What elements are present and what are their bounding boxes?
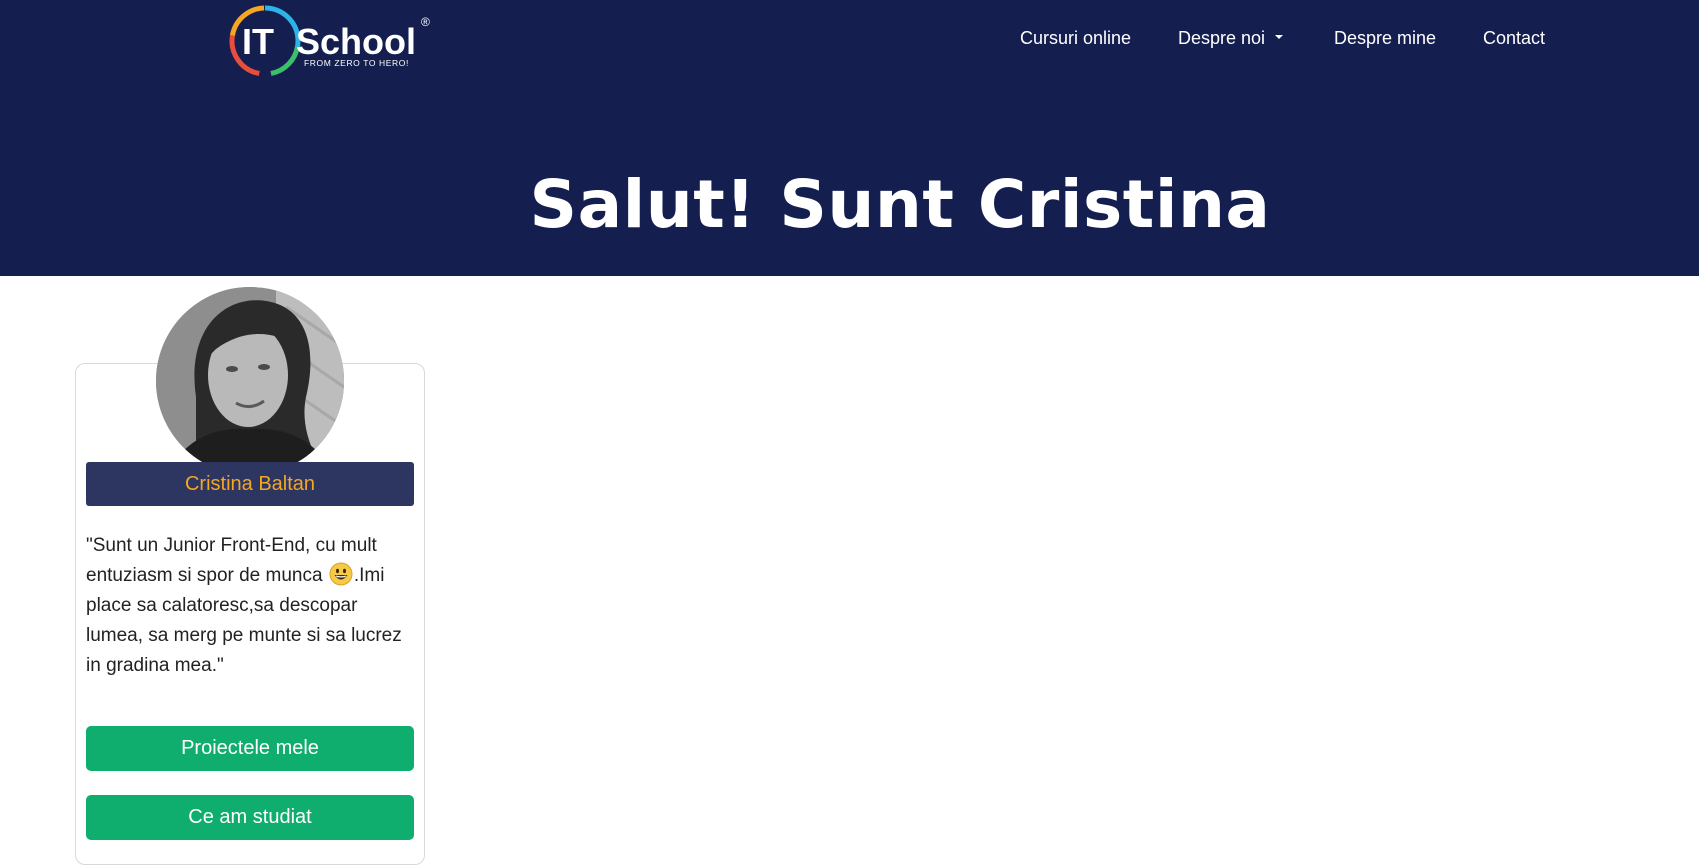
profile-name: Cristina Baltan <box>86 462 414 506</box>
page-title: Salut! Sunt Cristina <box>529 166 1271 243</box>
logo-tagline: FROM ZERO TO HERO! <box>304 58 409 68</box>
nav-label: Cursuri online <box>1020 28 1132 48</box>
grinning-face-emoji-icon <box>329 562 353 586</box>
nav-despre-mine[interactable]: Despre mine <box>1334 26 1436 50</box>
registered-mark: ® <box>421 15 430 29</box>
nav-cursuri-online[interactable]: Cursuri online <box>1020 26 1131 50</box>
caret-down-icon <box>1275 35 1284 40</box>
studies-button[interactable]: Ce am studiat <box>86 795 414 840</box>
logo-school-text: School <box>296 21 416 62</box>
profile-avatar <box>156 287 344 475</box>
nav-label: Despre mine <box>1334 28 1437 48</box>
projects-button[interactable]: Proiectele mele <box>86 726 414 771</box>
nav-label: Despre noi <box>1178 28 1266 48</box>
profile-bio: "Sunt un Junior Front-End, cu mult entuz… <box>86 531 416 681</box>
nav-despre-noi-dropdown[interactable]: Despre noi <box>1178 26 1284 50</box>
logo-it-text: IT <box>242 21 274 62</box>
nav-contact[interactable]: Contact <box>1483 26 1545 50</box>
nav-label: Contact <box>1483 28 1546 48</box>
itschool-logo[interactable]: IT School FROM ZERO TO HERO! ® <box>228 2 438 80</box>
